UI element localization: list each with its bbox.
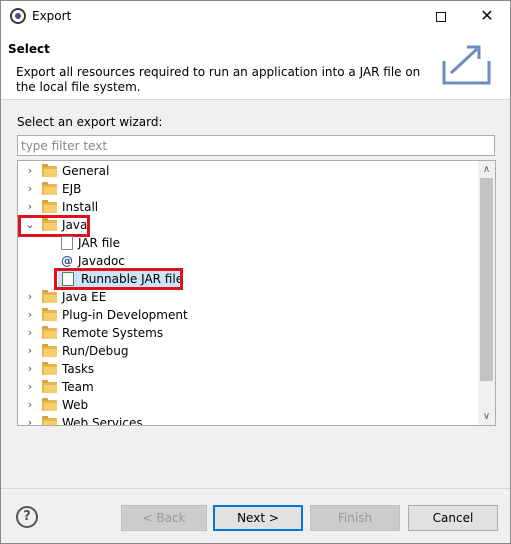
scroll-up-icon[interactable]: ∧ [478,161,495,178]
close-button[interactable]: ✕ [464,1,510,32]
window-title: Export [32,9,72,23]
chevron-right-icon[interactable]: › [24,324,36,342]
tree-item-remote-systems[interactable]: › Remote Systems [18,324,478,342]
tree-item-web[interactable]: › Web [18,396,478,414]
folder-icon [42,164,57,177]
folder-icon [42,380,57,393]
tree-item-label: EJB [62,182,82,196]
help-icon[interactable]: ? [16,506,38,528]
title-bar: Export ✕ [1,1,510,32]
folder-icon [42,398,57,411]
chevron-right-icon[interactable]: › [24,162,36,180]
page-description: Export all resources required to run an … [16,65,421,94]
tree-item-label: Web [62,398,89,412]
tree-item-label: Run/Debug [62,344,129,358]
folder-icon [42,200,57,213]
tree-item-general[interactable]: › General [18,162,478,180]
tree-item-team[interactable]: › Team [18,378,478,396]
tree-item-ejb[interactable]: › EJB [18,180,478,198]
folder-icon [42,290,57,303]
tree-scrollbar[interactable]: ∧ ∨ [478,161,495,425]
folder-icon [42,308,57,321]
folder-icon [42,344,57,357]
footer-separator [1,488,510,489]
filter-input[interactable] [17,135,495,156]
export-dialog: Export ✕ Select Export all resources req… [0,0,511,544]
chevron-right-icon[interactable]: › [24,342,36,360]
highlight-annotation-runnable-jar [54,268,183,290]
chevron-right-icon[interactable]: › [24,198,36,216]
folder-icon [42,416,57,425]
wizard-tree[interactable]: › General › EJB › Install ⌄ Java JAR fil… [17,160,496,426]
chevron-right-icon[interactable]: › [24,396,36,414]
page-title: Select [8,42,50,56]
tree-item-label: Install [62,200,99,214]
wizard-label: Select an export wizard: [17,115,163,129]
folder-icon [42,182,57,195]
eclipse-icon [10,8,26,24]
export-wizard-icon [442,45,491,85]
tree-item-install[interactable]: › Install [18,198,478,216]
back-button[interactable]: < Back [121,505,207,531]
folder-icon [42,362,57,375]
tree-item-java-ee[interactable]: › Java EE [18,288,478,306]
finish-button[interactable]: Finish [310,505,400,531]
jar-file-icon [61,236,73,250]
chevron-right-icon[interactable]: › [24,288,36,306]
scroll-thumb[interactable] [480,178,493,381]
close-icon: ✕ [480,6,494,25]
chevron-right-icon[interactable]: › [24,378,36,396]
tree-item-label: Web Services [62,416,143,426]
tree-item-web-services[interactable]: › Web Services [18,414,478,426]
tree-item-label: Tasks [62,362,95,376]
cancel-button[interactable]: Cancel [408,505,498,531]
scroll-down-icon[interactable]: ∨ [478,408,495,425]
tree-item-label: General [62,164,110,178]
next-button[interactable]: Next > [213,505,303,531]
tree-item-label: JAR file [78,236,120,250]
folder-icon [42,326,57,339]
chevron-right-icon[interactable]: › [24,306,36,324]
tree-item-run-debug[interactable]: › Run/Debug [18,342,478,360]
maximize-button[interactable] [418,1,464,32]
tree-item-label: Java EE [62,290,107,304]
tree-item-label: Plug-in Development [62,308,188,322]
maximize-icon [436,11,446,22]
chevron-right-icon[interactable]: › [24,414,36,425]
tree-item-plug-in-development[interactable]: › Plug-in Development [18,306,478,324]
wizard-header: Select Export all resources required to … [1,32,510,100]
tree-item-jar-file[interactable]: JAR file [18,234,478,252]
chevron-right-icon[interactable]: › [24,180,36,198]
tree-item-label: Remote Systems [62,326,164,340]
tree-item-tasks[interactable]: › Tasks [18,360,478,378]
chevron-right-icon[interactable]: › [24,360,36,378]
tree-item-label: Team [62,380,94,394]
